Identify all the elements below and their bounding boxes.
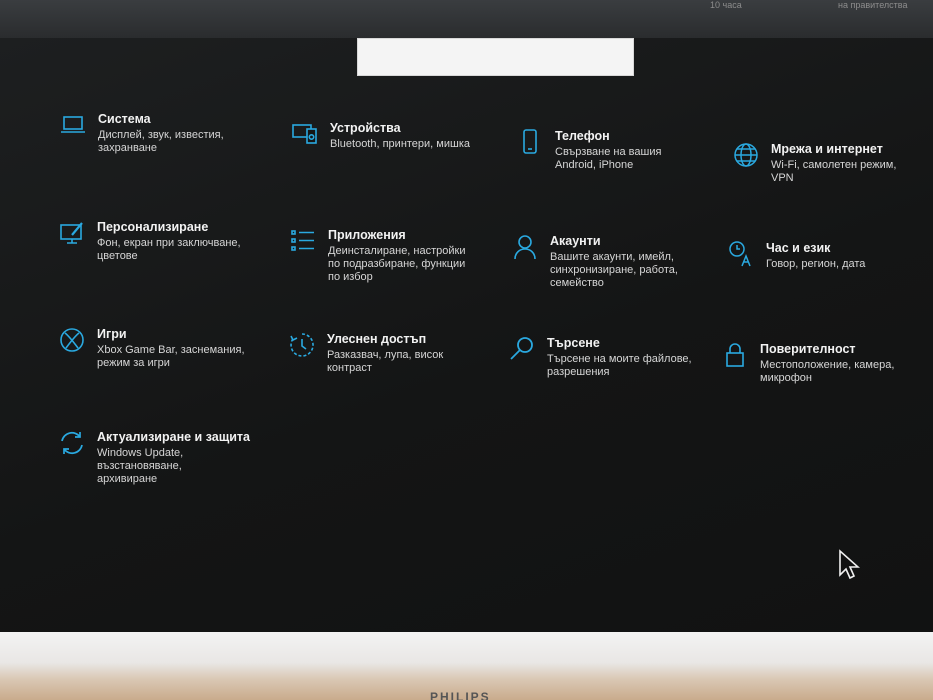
tile-description: Bluetooth, принтери, мишка	[330, 138, 470, 150]
apps-icon	[288, 227, 318, 257]
tile-title: Търсене	[547, 336, 600, 350]
tile-description: Деинсталиране, настройки по подразбиране…	[328, 245, 466, 283]
tile-description: Говор, регион, дата	[766, 258, 866, 270]
tile-title: Устройства	[330, 121, 401, 135]
xbox-icon	[57, 326, 87, 356]
tile-search[interactable]: Търсене Търсене на моите файлове, разреш…	[507, 335, 692, 379]
tile-description: Xbox Game Bar, заснемания, режим за игри	[97, 344, 245, 369]
tile-title: Приложения	[328, 228, 406, 242]
tile-title: Персонализиране	[97, 220, 209, 234]
tile-description: Вашите акаунти, имейл, синхронизиране, р…	[550, 251, 678, 289]
tile-accounts[interactable]: Акаунти Вашите акаунти, имейл, синхрониз…	[510, 233, 678, 290]
account-icon	[510, 233, 540, 263]
tile-update-security[interactable]: Актуализиране и защита Windows Update, в…	[57, 429, 250, 486]
tile-description: Wi-Fi, самолетен режим, VPN	[771, 159, 897, 184]
tile-ease-of-access[interactable]: Улеснен достъп Разказвач, лупа, висок ко…	[287, 331, 443, 375]
tile-title: Актуализиране и защита	[97, 430, 251, 444]
tile-title: Телефон	[555, 129, 610, 143]
tile-time-language[interactable]: Час и език Говор, регион, дата	[726, 240, 865, 271]
tile-title: Поверителност	[760, 342, 856, 356]
taskbar-strip: 10 часа на правителства	[0, 0, 933, 38]
mouse-pointer-icon	[838, 549, 861, 586]
tile-gaming[interactable]: Игри Xbox Game Bar, заснемания, режим за…	[57, 326, 245, 370]
tile-description: Свързване на вашия Android, iPhone	[555, 146, 662, 171]
time-language-icon	[726, 240, 756, 270]
laptop-icon	[58, 111, 88, 141]
lock-icon	[720, 341, 750, 371]
monitor-bezel: PHILIPS	[0, 632, 933, 700]
search-input[interactable]	[357, 38, 634, 76]
settings-window: Система Дисплей, звук, известия, захранв…	[0, 38, 933, 632]
ease-of-access-icon	[287, 331, 317, 361]
tile-description: Windows Update, възстановяване, архивира…	[97, 447, 184, 485]
tile-devices[interactable]: Устройства Bluetooth, принтери, мишка	[290, 120, 470, 151]
tile-system[interactable]: Система Дисплей, звук, известия, захранв…	[58, 111, 224, 155]
update-icon	[57, 429, 87, 459]
photo-frame: 10 часа на правителства Система Дисплей,…	[0, 0, 933, 700]
tile-title: Игри	[97, 327, 127, 341]
tile-apps[interactable]: Приложения Деинсталиране, настройки по п…	[288, 227, 466, 284]
tile-description: Търсене на моите файлове, разрешения	[547, 353, 692, 378]
tile-title: Мрежа и интернет	[771, 142, 883, 156]
tile-personalization[interactable]: Персонализиране Фон, екран при заключван…	[57, 219, 241, 263]
personalization-icon	[57, 219, 87, 249]
devices-icon	[290, 120, 320, 150]
tile-description: Фон, екран при заключване, цветове	[97, 237, 241, 262]
tile-phone[interactable]: Телефон Свързване на вашия Android, iPho…	[515, 128, 661, 172]
top-text-a: 10 часа	[710, 0, 742, 10]
tile-description: Разказвач, лупа, висок контраст	[327, 349, 444, 374]
tile-title: Акаунти	[550, 234, 601, 248]
globe-icon	[731, 141, 761, 171]
phone-icon	[515, 128, 545, 158]
tile-network[interactable]: Мрежа и интернет Wi-Fi, самолетен режим,…	[731, 141, 896, 185]
tile-title: Система	[98, 112, 151, 126]
search-icon	[507, 335, 537, 365]
tile-title: Час и език	[766, 241, 831, 255]
tile-description: Местоположение, камера, микрофон	[760, 359, 895, 384]
tile-privacy[interactable]: Поверителност Местоположение, камера, ми…	[720, 341, 894, 385]
top-text-b: на правителства	[838, 0, 908, 10]
tile-title: Улеснен достъп	[327, 332, 427, 346]
tile-description: Дисплей, звук, известия, захранване	[98, 129, 224, 154]
monitor-brand-logo: PHILIPS	[430, 690, 491, 700]
